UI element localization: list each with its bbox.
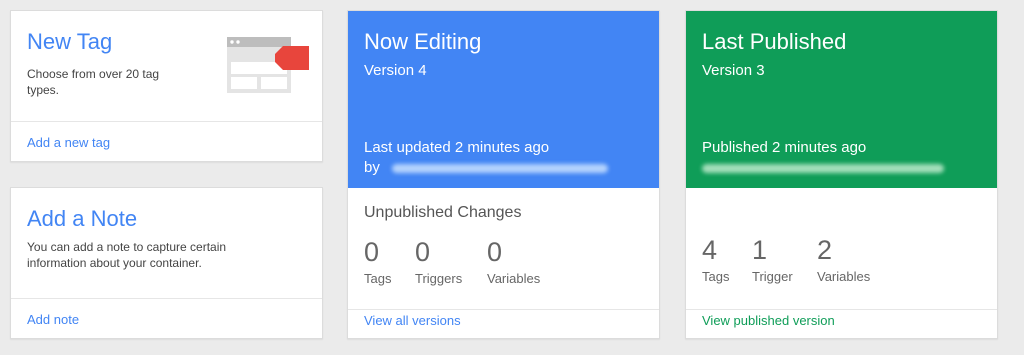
variables-stat: 2 Variables [817,235,870,284]
variables-label: Variables [817,269,871,284]
divider [348,309,659,310]
last-published-status: Published 2 minutes ago [702,138,944,178]
now-editing-version: Version 4 [364,62,427,79]
divider [11,298,322,299]
tags-label: Tags [364,271,392,286]
variables-count: 0 [487,237,503,267]
now-editing-title: Now Editing [364,29,482,54]
redacted-user-email [392,163,609,173]
updated-by-label: by [364,159,380,176]
add-note-link[interactable]: Add note [27,312,79,327]
tag-icon [227,37,309,93]
variables-label: Variables [487,271,541,286]
now-editing-status: Last updated 2 minutes ago by [364,138,609,178]
last-published-version: Version 3 [702,62,765,79]
trigger-label: Trigger [752,269,793,284]
trigger-count: 1 [752,235,768,265]
tags-label: Tags [702,269,730,284]
new-tag-title[interactable]: New Tag [27,29,112,55]
unpublished-changes-title: Unpublished Changes [364,204,522,221]
now-editing-banner: Now Editing Version 4 Last updated 2 min… [348,11,659,188]
now-editing-card: Now Editing Version 4 Last updated 2 min… [347,10,660,339]
tags-stat: 4 Tags [702,235,729,284]
divider [11,121,322,122]
view-all-versions-link[interactable]: View all versions [364,313,461,328]
view-published-version-link[interactable]: View published version [702,313,835,328]
tags-count: 4 [702,235,718,265]
last-published-card: Last Published Version 3 Published 2 min… [685,10,998,339]
add-new-tag-link[interactable]: Add a new tag [27,135,110,150]
last-published-title: Last Published [702,29,847,54]
add-note-title[interactable]: Add a Note [27,206,137,232]
last-published-banner: Last Published Version 3 Published 2 min… [686,11,997,188]
tags-count: 0 [364,237,380,267]
new-tag-description: Choose from over 20 tag types. [27,67,160,97]
tags-stat: 0 Tags [364,237,391,286]
add-note-description: You can add a note to capture certain in… [27,240,227,270]
triggers-count: 0 [415,237,431,267]
variables-stat: 0 Variables [487,237,540,286]
variables-count: 2 [817,235,833,265]
divider [686,309,997,310]
triggers-label: Triggers [415,271,463,286]
triggers-stat: 0 Triggers [415,237,462,286]
published-time-text: Published 2 minutes ago [702,139,867,156]
redacted-user-email [702,163,944,173]
trigger-stat: 1 Trigger [752,235,793,284]
add-note-card: Add a Note You can add a note to capture… [10,187,323,339]
new-tag-card: New Tag Choose from over 20 tag types. A… [10,10,323,162]
last-updated-text: Last updated 2 minutes ago [364,139,550,156]
